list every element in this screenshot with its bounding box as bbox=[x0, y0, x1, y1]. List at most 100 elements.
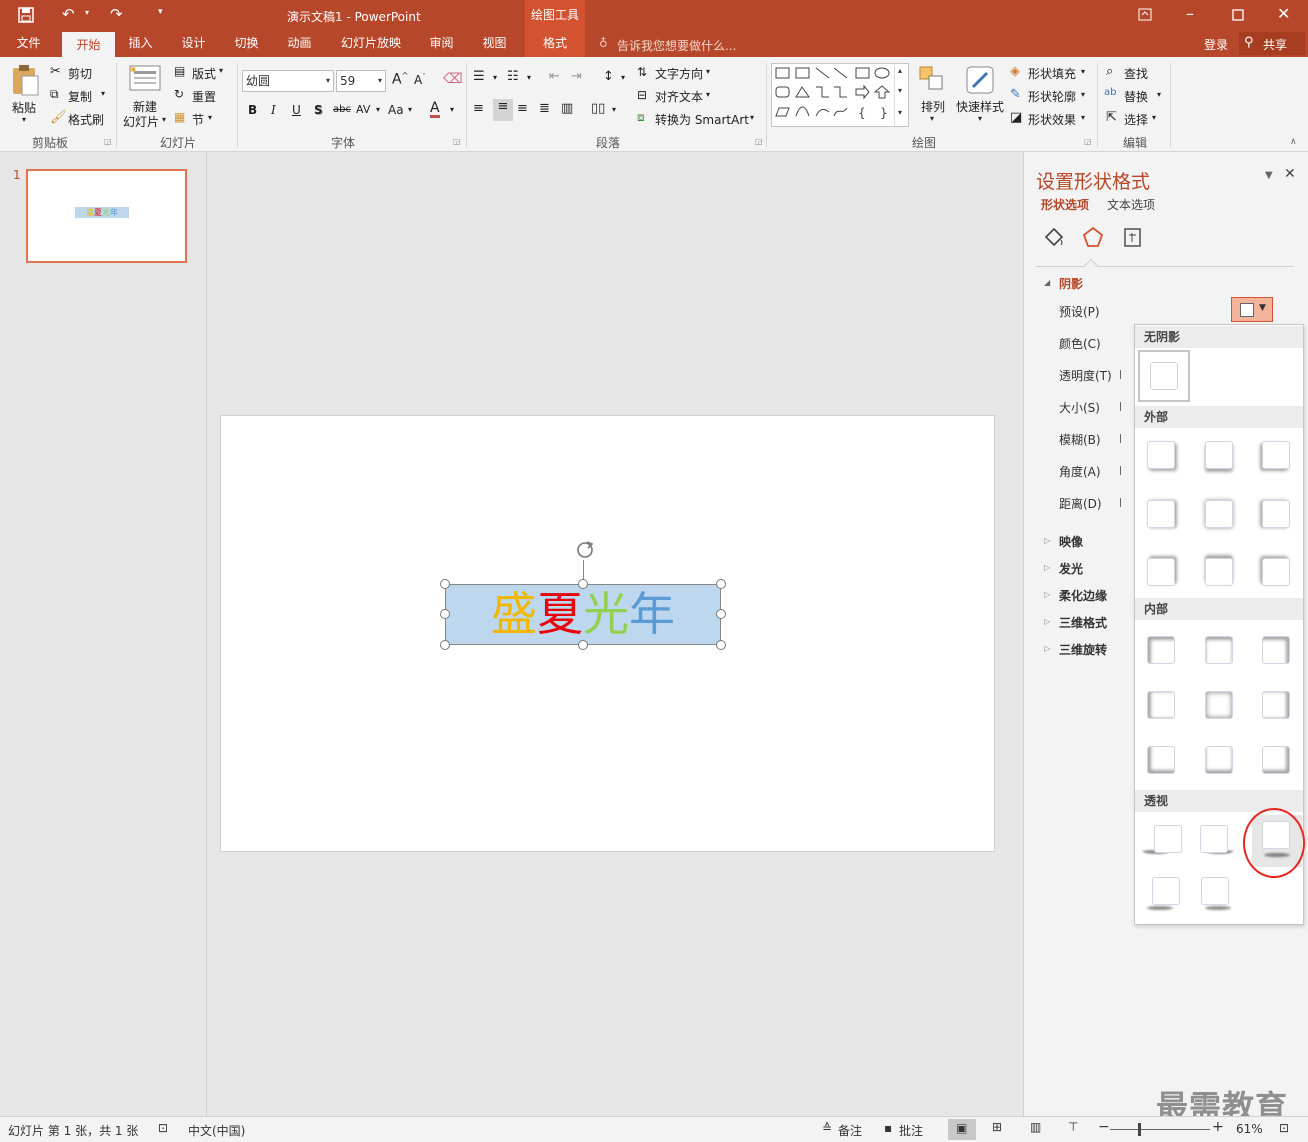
increase-indent-icon[interactable]: ⇥ bbox=[571, 69, 582, 84]
resize-handle[interactable] bbox=[578, 640, 588, 650]
outer-shadow-option[interactable] bbox=[1262, 500, 1290, 528]
zoom-out-icon[interactable]: − bbox=[1098, 1119, 1110, 1135]
notes-icon[interactable]: ≙ bbox=[822, 1121, 832, 1135]
reset-button[interactable]: 重置 bbox=[192, 88, 216, 105]
smartart-icon[interactable]: ⧈ bbox=[637, 110, 645, 125]
convert-smartart-button[interactable]: 转换为 SmartArt bbox=[655, 111, 749, 128]
redo-icon[interactable]: ↷ bbox=[110, 5, 123, 23]
zoom-in-icon[interactable]: + bbox=[1212, 1119, 1224, 1135]
align-left-icon[interactable]: ≡ bbox=[473, 101, 484, 116]
perspective-shadow-option[interactable] bbox=[1152, 877, 1180, 905]
outer-shadow-option[interactable] bbox=[1147, 441, 1175, 469]
reading-view-icon[interactable]: ▥ bbox=[1030, 1120, 1041, 1134]
chevron-up-icon[interactable]: ▴ bbox=[898, 66, 902, 75]
title-text-box[interactable]: 盛夏光年 bbox=[445, 584, 721, 645]
copy-icon[interactable]: ⧉ bbox=[50, 87, 59, 102]
layout-button[interactable]: 版式 bbox=[192, 65, 216, 82]
paste-dropdown-icon[interactable]: ▾ bbox=[22, 115, 26, 124]
tab-view[interactable]: 视图 bbox=[472, 30, 517, 57]
tab-file[interactable]: 文件 bbox=[6, 30, 51, 57]
chevron-down-icon[interactable]: ▾ bbox=[621, 73, 625, 82]
close-icon[interactable]: ✕ bbox=[1277, 4, 1290, 23]
replace-icon[interactable]: ab bbox=[1104, 87, 1116, 98]
preset-dropdown-button[interactable]: ▼ bbox=[1231, 297, 1273, 322]
fill-line-icon[interactable] bbox=[1042, 225, 1066, 249]
layout-dropdown-icon[interactable]: ▾ bbox=[219, 66, 223, 75]
distributed-icon[interactable]: ▥ bbox=[561, 101, 573, 116]
slider-tick[interactable] bbox=[1120, 466, 1128, 475]
cursor-icon[interactable]: ⇱ bbox=[1106, 110, 1117, 125]
slider-tick[interactable] bbox=[1120, 498, 1128, 507]
tab-insert[interactable]: 插入 bbox=[118, 30, 163, 57]
shapes-scroll[interactable]: ▴ ▾ ▾ bbox=[894, 64, 909, 126]
slider-tick[interactable] bbox=[1120, 370, 1128, 379]
text-direction-icon[interactable]: ⇅ bbox=[637, 65, 647, 79]
tab-animations[interactable]: 动画 bbox=[277, 30, 322, 57]
new-slide-label-2[interactable]: 幻灯片 bbox=[123, 113, 159, 130]
arrange-icon[interactable] bbox=[918, 65, 946, 93]
undo-dropdown-icon[interactable]: ▾ bbox=[85, 8, 89, 17]
change-case-button[interactable]: Aa bbox=[388, 103, 404, 117]
scissors-icon[interactable]: ✂ bbox=[50, 64, 61, 79]
comments-button[interactable]: 批注 bbox=[899, 1122, 923, 1139]
perspective-shadow-option[interactable] bbox=[1201, 877, 1229, 905]
align-text-button[interactable]: 对齐文本 bbox=[655, 88, 703, 105]
pane-options-icon[interactable]: ▼ bbox=[1265, 170, 1273, 181]
inner-shadow-option[interactable] bbox=[1262, 746, 1290, 774]
collapsed-arrow-icon[interactable]: ▷ bbox=[1044, 617, 1050, 626]
tab-transitions[interactable]: 切换 bbox=[224, 30, 269, 57]
clear-formatting-icon[interactable]: ⌫ bbox=[443, 71, 463, 87]
outer-shadow-option[interactable] bbox=[1205, 500, 1233, 528]
strikethrough-button[interactable]: abc bbox=[333, 104, 351, 115]
paste-label[interactable]: 粘贴 bbox=[12, 99, 36, 116]
tab-shape-options[interactable]: 形状选项 bbox=[1041, 196, 1089, 213]
language-status[interactable]: 中文(中国) bbox=[188, 1122, 245, 1139]
collapsed-arrow-icon[interactable]: ▷ bbox=[1044, 590, 1050, 599]
bullets-icon[interactable]: ☰ bbox=[473, 69, 485, 84]
copy-dropdown-icon[interactable]: ▾ bbox=[101, 89, 105, 98]
rotate-handle-icon[interactable] bbox=[573, 540, 597, 562]
outer-shadow-option[interactable] bbox=[1205, 558, 1233, 586]
more-icon[interactable]: ▾ bbox=[898, 108, 902, 117]
share-button[interactable]: ⚲ 共享 bbox=[1239, 32, 1305, 55]
shapes-icon-grid[interactable]: {} bbox=[772, 64, 894, 126]
shapes-gallery[interactable]: {} ▴ ▾ ▾ bbox=[771, 63, 909, 127]
inner-shadow-option[interactable] bbox=[1262, 691, 1290, 719]
inner-shadow-option[interactable] bbox=[1205, 746, 1233, 774]
chevron-down-icon[interactable]: ▾ bbox=[493, 73, 497, 82]
perspective-shadow-option[interactable] bbox=[1154, 825, 1182, 853]
font-color-button[interactable]: A bbox=[430, 101, 440, 118]
outer-shadow-option[interactable] bbox=[1262, 558, 1290, 586]
resize-handle[interactable] bbox=[716, 609, 726, 619]
chevron-down-icon[interactable]: ▾ bbox=[978, 114, 982, 123]
slide-sorter-icon[interactable]: ⊞ bbox=[992, 1120, 1002, 1134]
inner-shadow-option[interactable] bbox=[1147, 746, 1175, 774]
character-spacing-button[interactable]: AV bbox=[356, 103, 370, 116]
new-slide-dropdown-icon[interactable]: ▾ bbox=[162, 115, 166, 124]
normal-view-button[interactable]: ▣ bbox=[948, 1119, 976, 1140]
chevron-down-icon[interactable]: ▾ bbox=[1081, 90, 1085, 99]
align-right-icon[interactable]: ≡ bbox=[517, 101, 528, 116]
chevron-down-icon[interactable]: ▾ bbox=[706, 67, 710, 76]
chevron-down-icon[interactable]: ▾ bbox=[750, 113, 754, 122]
outer-shadow-option[interactable] bbox=[1147, 500, 1175, 528]
customize-qat-icon[interactable]: ▾ bbox=[158, 7, 163, 17]
tell-me-search[interactable]: 告诉我您想要做什么... bbox=[617, 37, 736, 54]
undo-icon[interactable]: ↶ bbox=[62, 5, 75, 23]
inner-shadow-option[interactable] bbox=[1205, 691, 1233, 719]
drawing-launcher-icon[interactable]: ◲ bbox=[1084, 137, 1092, 146]
underline-button[interactable]: U bbox=[292, 103, 301, 117]
chevron-down-icon[interactable]: ▾ bbox=[898, 86, 902, 95]
paint-bucket-icon[interactable]: ◈ bbox=[1010, 64, 1020, 79]
tab-text-options[interactable]: 文本选项 bbox=[1107, 196, 1155, 213]
fit-to-window-icon[interactable]: ⊡ bbox=[1279, 1121, 1289, 1135]
resize-handle[interactable] bbox=[440, 609, 450, 619]
cut-button[interactable]: 剪切 bbox=[68, 65, 92, 82]
quick-styles-label[interactable]: 快速样式 bbox=[956, 98, 1004, 115]
replace-button[interactable]: 替换 bbox=[1124, 88, 1148, 105]
format-painter-icon[interactable]: 🖌 bbox=[50, 110, 67, 125]
columns-icon[interactable]: ▯▯ bbox=[591, 101, 605, 116]
slideshow-icon[interactable]: ⊤ bbox=[1068, 1120, 1078, 1134]
clipboard-launcher-icon[interactable]: ◲ bbox=[104, 137, 112, 146]
text-shadow-button[interactable]: S bbox=[314, 103, 323, 117]
